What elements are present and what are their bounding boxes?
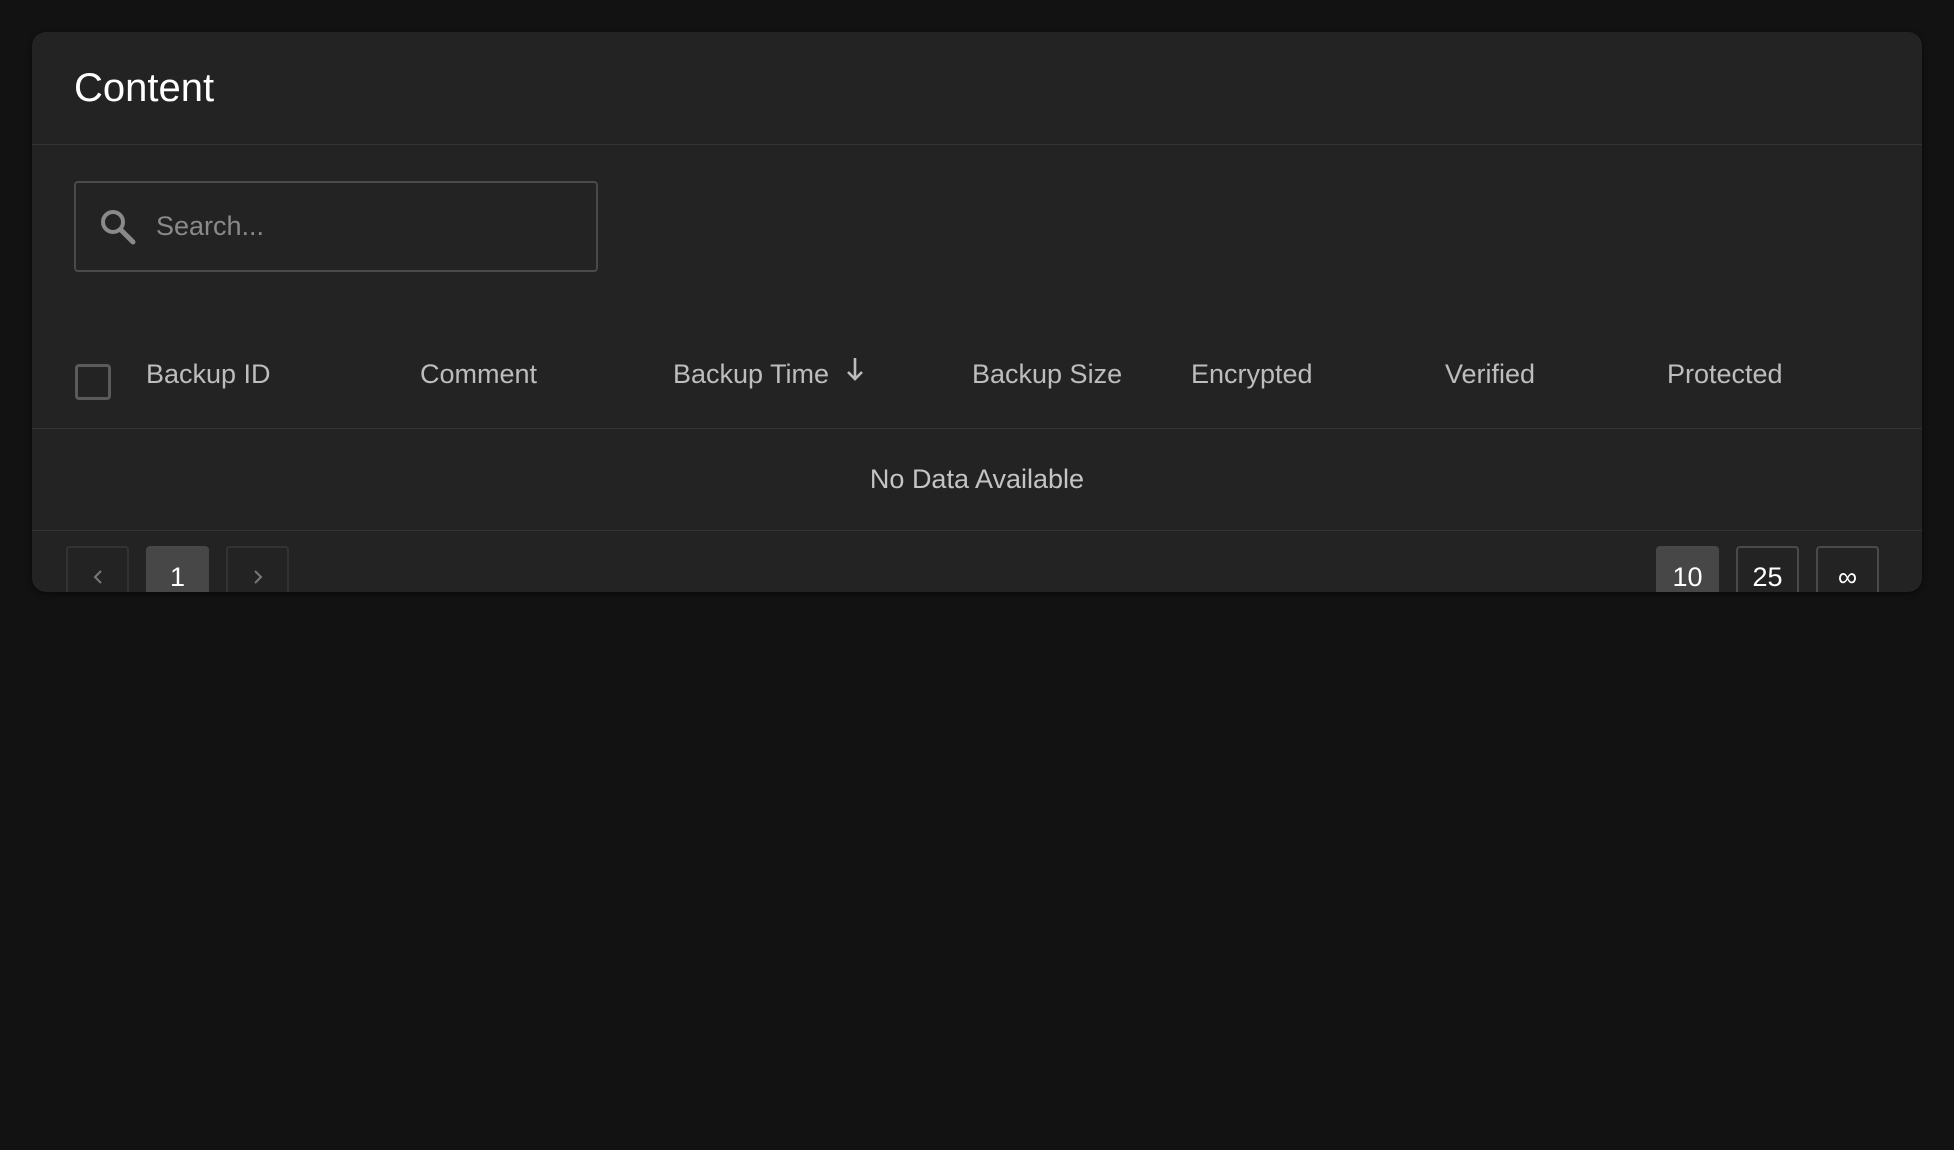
chevron-right-icon [251,562,265,592]
search-input[interactable] [154,182,596,271]
empty-state-message: No Data Available [32,429,1922,531]
page-button-1[interactable]: 1 [146,546,209,592]
prev-page-button[interactable] [66,546,129,592]
next-page-button[interactable] [226,546,289,592]
search-box[interactable] [74,181,598,272]
column-header-backup-time[interactable]: Backup Time [673,324,865,424]
column-header-label: Backup Time [673,359,830,389]
content-card: Content Backup ID Comment Backup Time Ba… [32,32,1922,592]
arrow-down-icon [845,323,865,423]
page-size-25-button[interactable]: 25 [1736,546,1799,592]
page-size-all-button[interactable]: ∞ [1816,546,1879,592]
column-header-encrypted[interactable]: Encrypted [1191,324,1313,424]
column-header-protected[interactable]: Protected [1667,324,1783,424]
search-icon [96,205,140,249]
column-header-backup-id[interactable]: Backup ID [146,324,271,424]
column-header-comment[interactable]: Comment [420,324,537,424]
select-all-checkbox[interactable] [75,364,111,400]
pagination-bar: 1 10 25 ∞ [32,531,1922,592]
column-header-backup-size[interactable]: Backup Size [972,324,1122,424]
card-title: Content [74,65,215,110]
table-header: Backup ID Comment Backup Time Backup Siz… [32,324,1922,429]
page-size-10-button[interactable]: 10 [1656,546,1719,592]
column-header-verified[interactable]: Verified [1445,324,1535,424]
chevron-left-icon [91,562,105,592]
card-header: Content [32,32,1922,145]
